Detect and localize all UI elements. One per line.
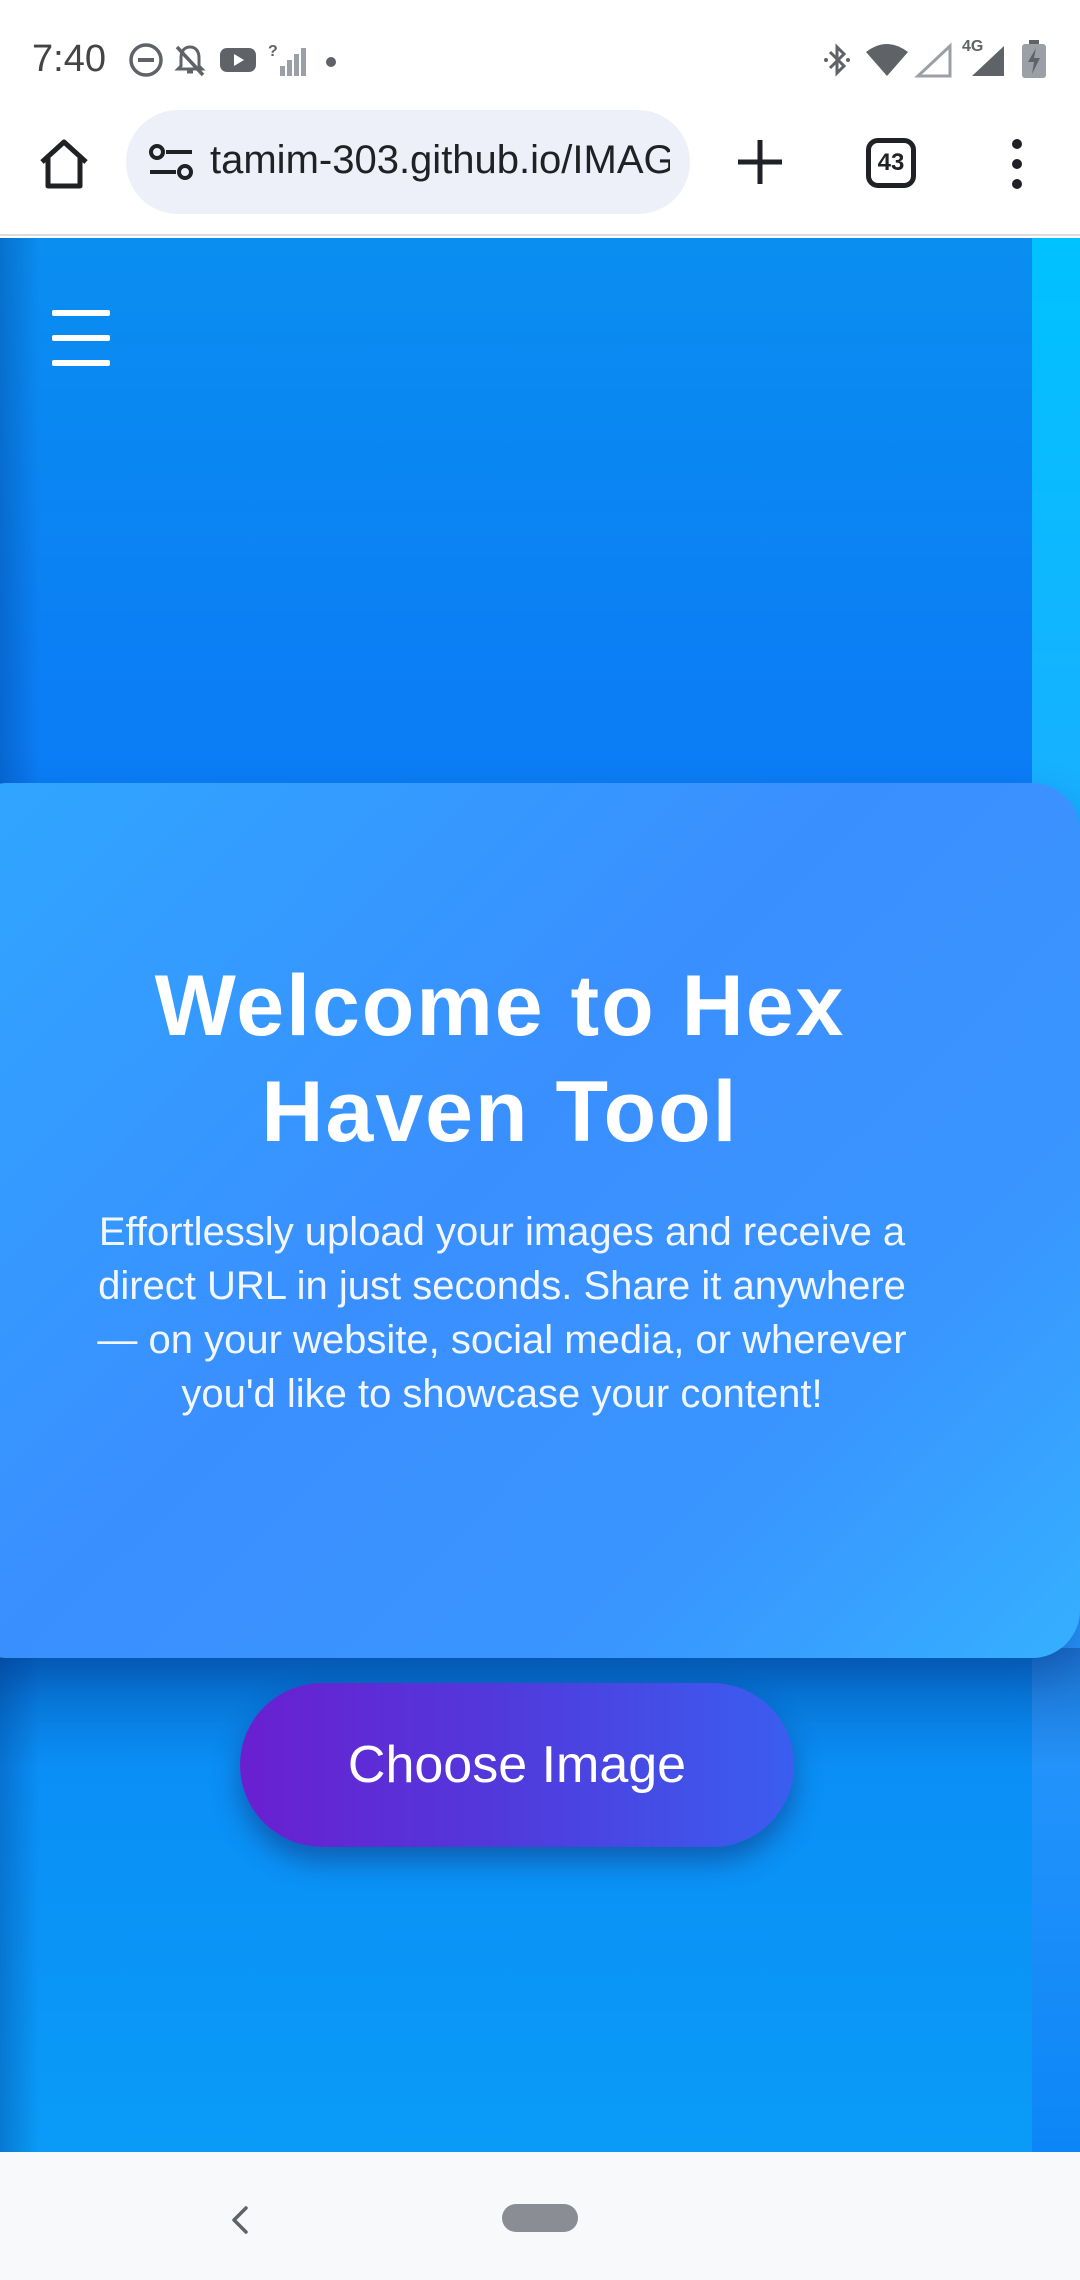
dot-icon [326, 57, 336, 67]
more-menu-icon[interactable] [1000, 136, 1034, 192]
signal-4g-icon [972, 46, 1004, 76]
wifi-icon [866, 44, 908, 76]
status-bar: 7:40 ? 4G [0, 0, 1080, 110]
home-gesture-pill[interactable] [502, 2204, 578, 2232]
address-bar[interactable]: tamim-303.github.io/IMAGE [126, 110, 690, 214]
hero-title-line-2: Haven Tool [261, 1064, 739, 1160]
web-page: Welcome to Hex Haven Tool Effortlessly u… [0, 238, 1080, 2152]
site-settings-icon[interactable] [148, 142, 194, 182]
url-text[interactable]: tamim-303.github.io/IMAGE [210, 138, 670, 183]
hero-description-line: you'd like to showcase your content! [181, 1372, 823, 1416]
svg-text:?: ? [268, 43, 278, 60]
hero-description-line: Effortlessly upload your images and rece… [98, 1210, 906, 1254]
hero-card: Welcome to Hex Haven Tool Effortlessly u… [0, 783, 1080, 1847]
do-not-disturb-icon [129, 43, 163, 77]
status-time: 7:40 [32, 38, 106, 80]
new-tab-icon[interactable] [734, 136, 786, 188]
hero-description-line: — on your website, social media, or wher… [97, 1318, 907, 1362]
battery-charging-icon [1022, 40, 1046, 78]
hero-description: Effortlessly upload your images and rece… [52, 1205, 952, 1421]
hamburger-menu-icon[interactable] [52, 310, 110, 366]
hero-title-line-1: Welcome to Hex [154, 958, 846, 1054]
youtube-icon [220, 48, 256, 72]
hero-description-line: direct URL in just seconds. Share it any… [98, 1264, 906, 1308]
home-icon[interactable] [36, 136, 92, 192]
back-icon[interactable] [226, 2204, 254, 2236]
hero-title: Welcome to Hex Haven Tool [0, 953, 1000, 1165]
bluetooth-icon [824, 43, 850, 77]
browser-toolbar: tamim-303.github.io/IMAGE 43 [0, 110, 1080, 236]
system-nav-bar [0, 2152, 1080, 2280]
signal-empty-icon [914, 42, 952, 78]
choose-image-button[interactable]: Choose Image [240, 1683, 794, 1847]
tab-switcher-button[interactable]: 43 [866, 138, 916, 188]
no-signal-icon: ? [268, 43, 306, 76]
notifications-off-icon [174, 45, 206, 77]
